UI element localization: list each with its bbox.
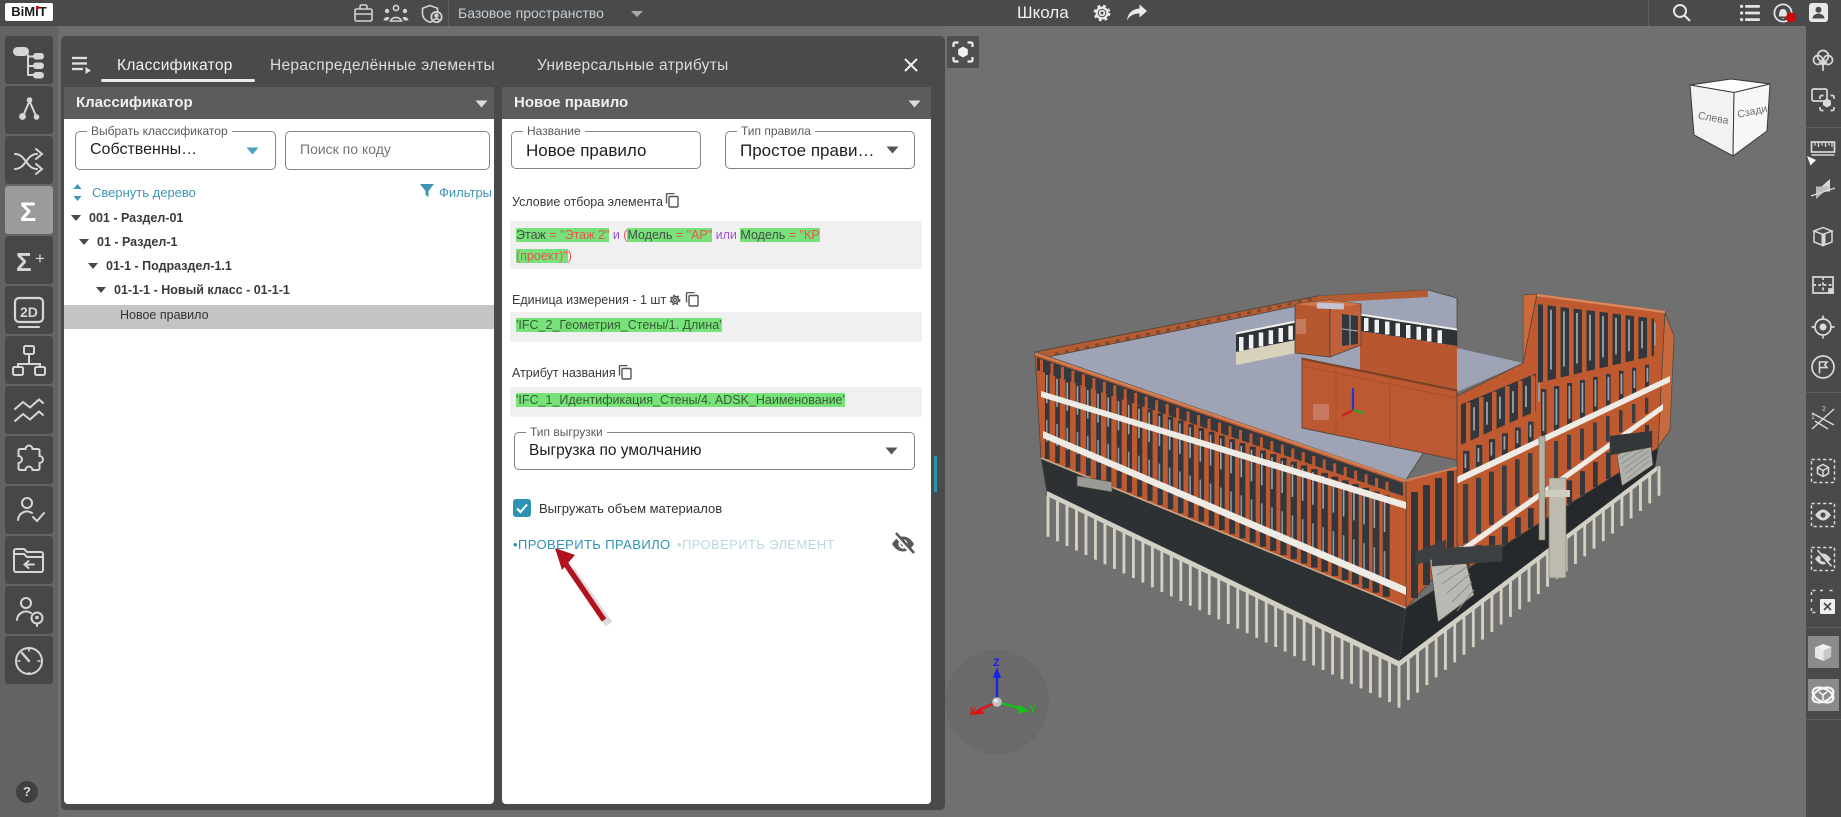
svg-text:+: + [35,249,45,268]
svg-text:Z: Z [993,657,1000,669]
svg-text:Y: Y [1029,704,1037,716]
svg-text:X: X [969,706,977,718]
svg-text:Σ: Σ [20,197,36,227]
svg-text:2D: 2D [20,304,38,320]
svg-text:Σ: Σ [16,247,32,277]
svg-text:2: 2 [1822,406,1826,413]
svg-text:1: 1 [1811,414,1815,421]
